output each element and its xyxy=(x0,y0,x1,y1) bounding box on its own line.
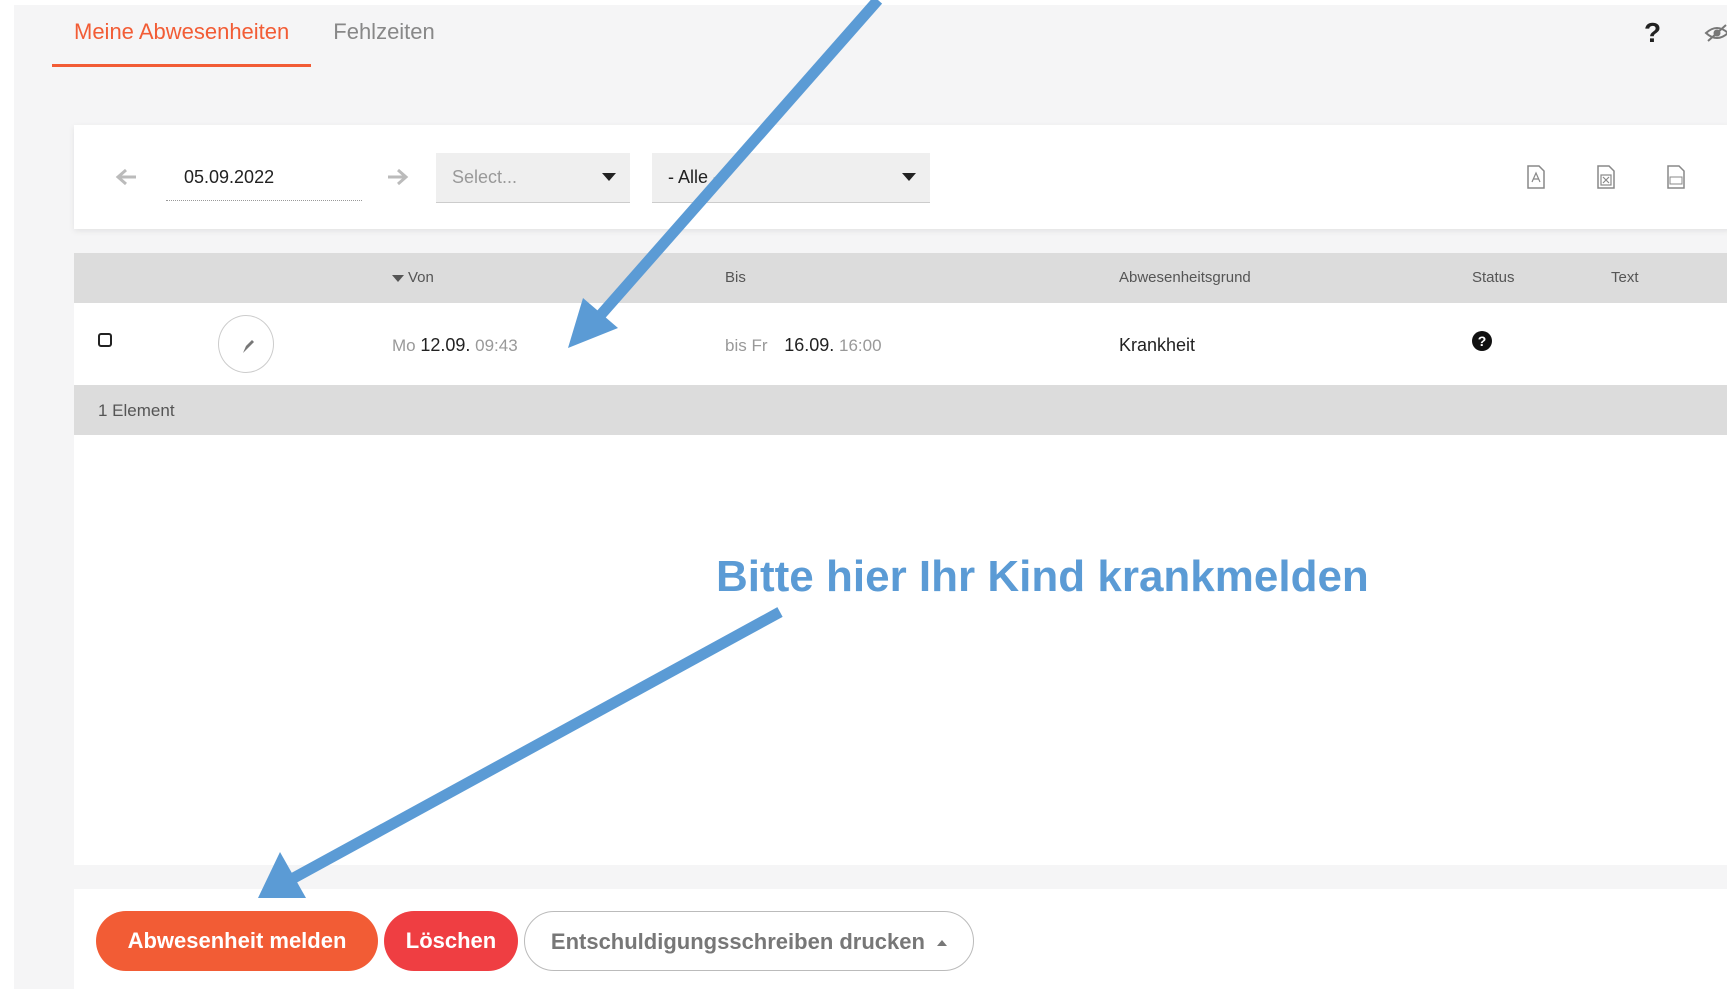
delete-button[interactable]: Löschen xyxy=(384,911,518,971)
annotation-text: Bitte hier Ihr Kind krankmelden xyxy=(716,552,1369,601)
bis-prefix: bis Fr xyxy=(725,336,768,355)
pencil-icon xyxy=(243,340,254,353)
tab-fehlzeiten[interactable]: Fehlzeiten xyxy=(311,5,457,67)
chevron-down-icon xyxy=(902,173,916,181)
help-icon[interactable]: ? xyxy=(1644,17,1661,49)
column-bis[interactable]: Bis xyxy=(725,269,746,286)
sort-desc-icon xyxy=(392,274,404,282)
date-field[interactable]: 05.09.2022 xyxy=(166,161,362,201)
column-von-label: Von xyxy=(408,269,434,286)
table-footer: 1 Element xyxy=(74,385,1727,435)
table-header: Von Bis Abwesenheitsgrund Status Text xyxy=(74,253,1727,303)
report-absence-button[interactable]: Abwesenheit melden xyxy=(96,911,378,971)
visibility-toggle-icon[interactable] xyxy=(1704,23,1727,43)
select-placeholder: Select... xyxy=(452,167,518,187)
edit-button[interactable] xyxy=(218,315,274,373)
question-circle-icon: ? xyxy=(1472,331,1492,351)
pdf-export-icon[interactable] xyxy=(1526,165,1546,189)
left-margin xyxy=(0,0,14,989)
von-day: Mo xyxy=(392,336,416,355)
csv-export-icon[interactable] xyxy=(1666,165,1686,189)
previous-arrow-icon[interactable] xyxy=(114,167,138,187)
filter-value: - Alle - xyxy=(668,167,720,187)
filter-toolbar: 05.09.2022 Select... - Alle - xyxy=(74,125,1727,229)
column-abwesenheitsgrund[interactable]: Abwesenheitsgrund xyxy=(1119,269,1251,286)
select-dropdown[interactable]: Select... xyxy=(436,153,630,203)
app-frame: Meine Abwesenheiten Fehlzeiten ? 05.09.2… xyxy=(14,5,1727,994)
print-excuse-button[interactable]: Entschuldigungsschreiben drucken xyxy=(524,911,974,971)
next-arrow-icon[interactable] xyxy=(386,167,410,187)
filter-dropdown[interactable]: - Alle - xyxy=(652,153,930,203)
chevron-down-icon xyxy=(602,173,616,181)
von-time: 09:43 xyxy=(475,336,518,355)
print-excuse-label: Entschuldigungsschreiben drucken xyxy=(550,929,925,954)
tab-bar: Meine Abwesenheiten Fehlzeiten xyxy=(52,5,457,69)
von-date: 12.09. xyxy=(420,335,471,355)
caret-up-icon xyxy=(937,940,948,947)
table-row[interactable]: Mo 12.09. 09:43 bis Fr 16.09. 16:00 Kran… xyxy=(74,303,1727,385)
grund-cell: Krankheit xyxy=(1119,335,1196,355)
row-checkbox[interactable] xyxy=(98,333,112,347)
von-cell: Mo 12.09. 09:43 xyxy=(392,335,518,356)
column-status[interactable]: Status xyxy=(1472,269,1515,286)
bis-cell: bis Fr 16.09. 16:00 xyxy=(725,335,882,356)
column-text[interactable]: Text xyxy=(1611,269,1639,286)
action-bar: Abwesenheit melden Löschen Entschuldigun… xyxy=(74,889,1727,994)
excel-export-icon[interactable] xyxy=(1596,165,1616,189)
column-von[interactable]: Von xyxy=(392,269,434,286)
bis-date: 16.09. xyxy=(784,335,835,355)
bis-time: 16:00 xyxy=(839,336,882,355)
tab-meine-abwesenheiten[interactable]: Meine Abwesenheiten xyxy=(52,5,312,67)
